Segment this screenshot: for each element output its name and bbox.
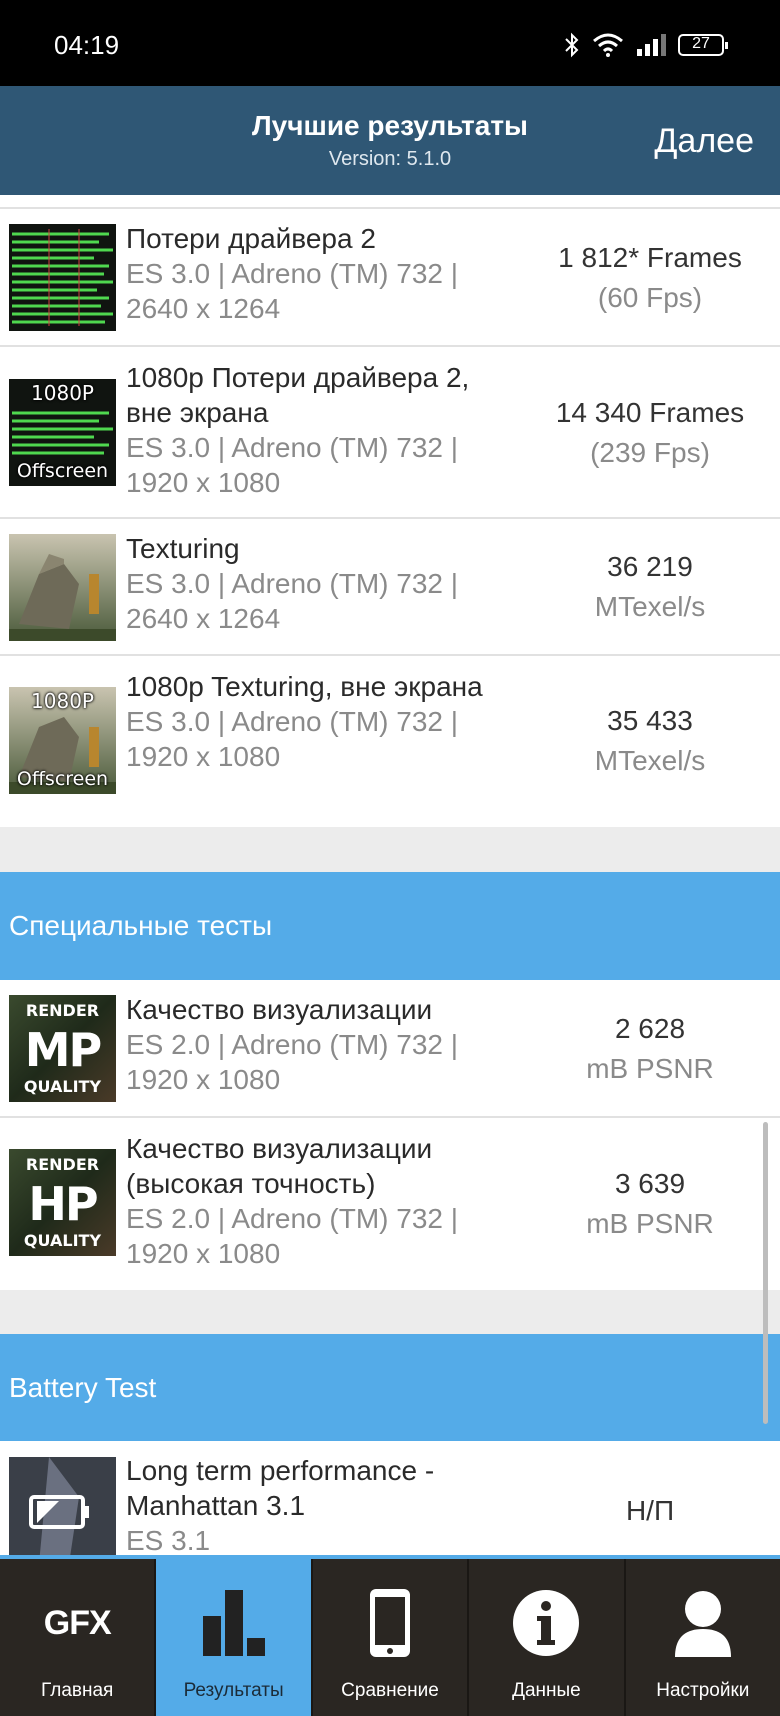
test-details: ES 2.0 | Adreno (TM) 732 | 1920 x 1080	[126, 1203, 459, 1269]
scrollbar[interactable]	[763, 1122, 768, 1424]
render-label: RENDER	[25, 1155, 100, 1174]
nav-item-settings[interactable]: Настройки	[626, 1559, 780, 1716]
bottom-navigation: GFX Главная Результаты Сравнение Данные …	[0, 1555, 780, 1716]
thumb-1080p-label: 1080P	[31, 689, 94, 713]
render-quality-high-thumbnail: RENDER HP QUALITY	[9, 1149, 116, 1256]
thumb-1080p-label: 1080P	[31, 381, 94, 405]
test-details: ES 2.0 | Adreno (TM) 732 | 1920 x 1080	[126, 1029, 459, 1095]
score: 2 628 mB PSNR	[520, 1009, 780, 1089]
row-text: Качество визуализации (высокая точность)…	[126, 1131, 516, 1271]
battery-test-thumbnail	[9, 1457, 116, 1555]
wifi-icon	[593, 33, 623, 57]
result-row[interactable]: Long term performance - Manhattan 3.1 ES…	[0, 1441, 780, 1555]
result-row[interactable]: Texturing ES 3.0 | Adreno (TM) 732 | 264…	[0, 519, 780, 656]
section-header-battery-test: Battery Test	[0, 1334, 780, 1441]
quality-label: QUALITY	[23, 1231, 102, 1250]
result-row[interactable]: 1080P Offscreen 1080p Texturing, вне экр…	[0, 656, 780, 827]
status-bar: 04:19 27	[0, 0, 780, 86]
score-unit: MTexel/s	[594, 745, 706, 776]
test-name: Long term performance - Manhattan 3.1	[126, 1455, 435, 1521]
info-icon	[469, 1587, 623, 1659]
score-value: 35 433	[607, 705, 693, 736]
score: 1 812* Frames (60 Fps)	[520, 238, 780, 318]
test-details: ES 3.1	[126, 1525, 211, 1555]
bluetooth-icon	[565, 32, 579, 58]
quality-label: QUALITY	[23, 1077, 102, 1096]
nav-label: Сравнение	[341, 1680, 439, 1701]
score: Н/П	[520, 1491, 780, 1531]
score-value: 2 628	[614, 1013, 686, 1044]
status-icons: 27	[564, 32, 728, 58]
nav-item-results[interactable]: Результаты	[156, 1559, 313, 1716]
test-name: 1080p Texturing, вне экрана	[126, 671, 483, 702]
divider	[0, 195, 780, 209]
gfx-logo-icon: GFX	[0, 1587, 154, 1659]
score: 35 433 MTexel/s	[520, 701, 780, 781]
test-name: Потери драйвера 2	[126, 223, 376, 254]
gfx-logo: GFX	[43, 1603, 112, 1642]
score-value: 14 340 Frames	[555, 397, 745, 428]
thumb-offscreen-label: Offscreen	[16, 768, 109, 790]
nav-item-compare[interactable]: Сравнение	[313, 1559, 470, 1716]
nav-label: Настройки	[656, 1680, 750, 1701]
user-icon	[626, 1587, 780, 1659]
nav-item-home[interactable]: GFX Главная	[0, 1559, 157, 1716]
test-details: ES 3.0 | Adreno (TM) 732 | 1920 x 1080	[126, 706, 459, 772]
row-text: Texturing ES 3.0 | Adreno (TM) 732 | 264…	[126, 531, 516, 636]
driver-overhead-offscreen-thumbnail: 1080P Offscreen	[9, 379, 116, 486]
hp-label: HP	[28, 1177, 98, 1231]
score: 36 219 MTexel/s	[520, 547, 780, 627]
nav-label: Результаты	[183, 1680, 284, 1701]
texturing-offscreen-thumbnail: 1080P Offscreen	[9, 687, 116, 794]
result-row[interactable]: RENDER MP QUALITY Качество визуализации …	[0, 980, 780, 1118]
section-header-special-tests: Специальные тесты	[0, 872, 780, 980]
score-value: 1 812* Frames	[558, 242, 742, 273]
test-name: Качество визуализации	[126, 994, 433, 1025]
mp-label: MP	[24, 1023, 103, 1077]
score-unit: (239 Fps)	[590, 437, 710, 468]
test-name: 1080p Потери драйвера 2, вне экрана	[126, 362, 470, 428]
row-text: Качество визуализации ES 2.0 | Adreno (T…	[126, 992, 516, 1097]
score-unit: MTexel/s	[594, 591, 706, 622]
nav-label: Данные	[512, 1680, 581, 1701]
result-row[interactable]: RENDER HP QUALITY Качество визуализации …	[0, 1118, 780, 1290]
test-details: ES 3.0 | Adreno (TM) 732 | 2640 x 1264	[126, 568, 459, 634]
score: 3 639 mB PSNR	[520, 1164, 780, 1244]
texturing-thumbnail	[9, 534, 116, 641]
row-text: 1080p Texturing, вне экрана ES 3.0 | Adr…	[126, 669, 516, 774]
score-value: 36 219	[607, 551, 693, 582]
bar-chart-icon	[156, 1587, 310, 1659]
test-name: Texturing	[126, 533, 240, 564]
battery-level: 27	[692, 35, 710, 52]
test-name: Качество визуализации (высокая точность)	[126, 1133, 433, 1199]
section-gap	[0, 1290, 780, 1334]
score-unit: mB PSNR	[586, 1208, 714, 1239]
test-details: ES 3.0 | Adreno (TM) 732 | 1920 x 1080	[126, 432, 459, 498]
score: 14 340 Frames (239 Fps)	[520, 393, 780, 473]
score-value: 3 639	[614, 1168, 686, 1199]
status-time: 04:19	[54, 30, 120, 60]
app-header: Лучшие результаты Version: 5.1.0 Далее	[0, 86, 780, 195]
thumb-offscreen-label: Offscreen	[16, 460, 109, 482]
signal-icon	[637, 34, 666, 56]
row-text: 1080p Потери драйвера 2, вне экрана ES 3…	[126, 360, 516, 500]
results-list[interactable]: Потери драйвера 2 ES 3.0 | Adreno (TM) 7…	[0, 195, 780, 1555]
render-quality-thumbnail: RENDER MP QUALITY	[9, 995, 116, 1102]
row-text: Long term performance - Manhattan 3.1 ES…	[126, 1453, 516, 1555]
next-button[interactable]: Далее	[654, 122, 754, 161]
section-gap	[0, 827, 780, 872]
row-text: Потери драйвера 2 ES 3.0 | Adreno (TM) 7…	[126, 221, 516, 326]
result-row[interactable]: Потери драйвера 2 ES 3.0 | Adreno (TM) 7…	[0, 209, 780, 347]
result-row[interactable]: 1080P Offscreen 1080p Потери драйвера 2,…	[0, 347, 780, 519]
score-value: Н/П	[625, 1495, 675, 1526]
nav-item-info[interactable]: Данные	[469, 1559, 626, 1716]
nav-label: Главная	[41, 1680, 114, 1701]
render-label: RENDER	[25, 1001, 100, 1020]
score-unit: (60 Fps)	[597, 282, 703, 313]
test-details: ES 3.0 | Adreno (TM) 732 | 2640 x 1264	[126, 258, 459, 324]
score-unit: mB PSNR	[586, 1053, 714, 1084]
driver-overhead-thumbnail	[9, 224, 116, 331]
phone-icon	[313, 1587, 467, 1659]
battery-icon: 27	[678, 34, 728, 56]
